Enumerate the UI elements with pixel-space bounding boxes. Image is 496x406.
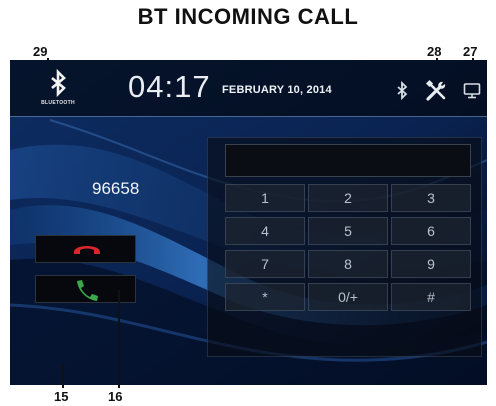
callout-15: 15 [54,389,69,404]
key-6[interactable]: 6 [391,217,471,245]
hang-up-icon [74,246,100,254]
status-bar-divider [10,116,487,117]
bluetooth-icon [51,68,66,98]
key-5[interactable]: 5 [308,217,388,245]
callout-27: 27 [463,44,478,59]
dial-display [225,144,471,177]
key-8[interactable]: 8 [308,250,388,278]
callout-28: 28 [427,44,442,59]
callout-15-leader [62,364,64,388]
head-unit-screen: BLUETOOTH 04:17 FEBRUARY 10, 2014 96658 … [10,60,487,385]
dial-keypad: 1 2 3 4 5 6 7 8 9 * 0/+ # [207,137,482,357]
key-1[interactable]: 1 [225,184,305,212]
key-7[interactable]: 7 [225,250,305,278]
reject-call-button[interactable] [35,235,136,263]
key-4[interactable]: 4 [225,217,305,245]
clock-date: FEBRUARY 10, 2014 [222,84,332,96]
callout-16-leader [118,290,120,388]
key-0-plus[interactable]: 0/+ [308,283,388,311]
key-hash[interactable]: # [391,283,471,311]
clock-time: 04:17 [128,69,211,104]
display-icon[interactable] [463,82,481,100]
key-3[interactable]: 3 [391,184,471,212]
bluetooth-status-icon [397,80,408,101]
phone-answer-icon [77,280,98,301]
answer-call-button[interactable] [35,275,136,303]
caller-number: 96658 [92,179,140,198]
bluetooth-label: BLUETOOTH [41,100,75,106]
callout-16: 16 [108,389,123,404]
bluetooth-mode-button[interactable]: BLUETOOTH [32,68,84,112]
key-9[interactable]: 9 [391,250,471,278]
key-2[interactable]: 2 [308,184,388,212]
settings-tools-icon[interactable] [424,79,448,103]
key-star[interactable]: * [225,283,305,311]
callout-29: 29 [33,44,48,59]
page-heading: BT INCOMING CALL [137,4,359,29]
